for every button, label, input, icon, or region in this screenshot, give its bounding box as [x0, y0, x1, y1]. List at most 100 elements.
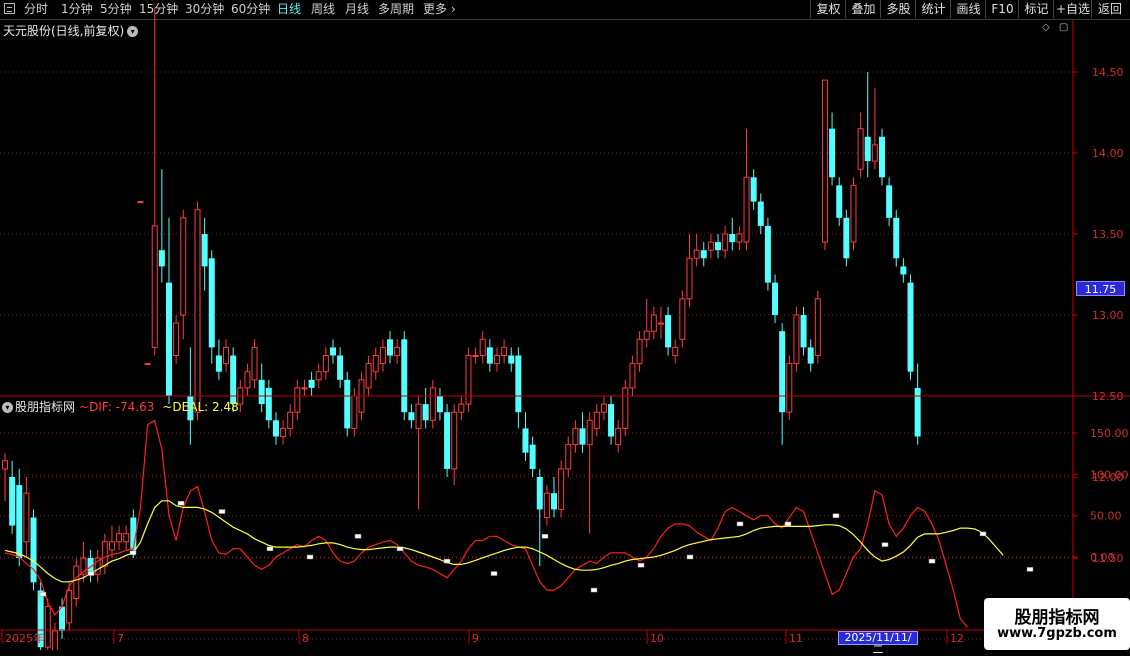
indicator-tick-label: 100.00 [1090, 468, 1129, 481]
candle-body [800, 315, 807, 348]
candle [94, 549, 101, 583]
candle-body [779, 331, 786, 413]
signal-marker [637, 563, 645, 568]
candle-body [515, 355, 522, 413]
watermark-logo: 股朋指标网 www.7gpzb.com [984, 598, 1130, 650]
candle-body [736, 233, 743, 243]
signal-marker [306, 554, 314, 560]
candle [886, 177, 893, 226]
candle [914, 363, 921, 445]
candle [622, 379, 629, 437]
chevron-down-icon[interactable]: ▾ [127, 26, 139, 37]
candle-body [23, 492, 30, 543]
candle [137, 201, 144, 204]
candle [907, 274, 914, 380]
candle [151, 7, 158, 356]
signal-marker [590, 587, 598, 593]
candle-body [244, 371, 251, 389]
price-tick-label: 14.50 [1092, 66, 1124, 79]
candle-body [493, 355, 500, 365]
candle-body [715, 242, 721, 251]
candle [272, 412, 279, 445]
candle-body [301, 387, 308, 390]
signal-marker [736, 521, 744, 527]
indicator-name[interactable]: 股朋指标网 [15, 400, 75, 414]
candle-body [636, 338, 643, 365]
stock-title-text: 天元股份(日线,前复权) [3, 24, 125, 38]
signal-marker [490, 571, 498, 576]
candle [850, 177, 857, 251]
candle [600, 396, 607, 421]
candle [208, 250, 215, 364]
candle-body [458, 403, 465, 413]
candle-body [108, 541, 115, 551]
candle [522, 412, 529, 461]
candle [201, 217, 208, 291]
diamond-icon[interactable]: ◇ [1042, 22, 1050, 33]
candle-body [387, 339, 394, 356]
candle [900, 258, 907, 283]
candle-body [893, 217, 900, 259]
indicator-tick-label: 50.00 [1090, 510, 1122, 523]
candle-body [729, 234, 736, 243]
candle [337, 347, 344, 388]
candle [558, 460, 565, 518]
candle-body [101, 541, 108, 567]
candle-body [608, 404, 615, 437]
candle [87, 549, 94, 583]
candle-body [436, 396, 443, 413]
candle [551, 477, 558, 518]
candle-body [657, 322, 664, 325]
candle [565, 436, 572, 477]
signal-marker [979, 531, 987, 537]
candle-body [629, 363, 636, 389]
candle [722, 225, 729, 259]
candle [686, 234, 693, 307]
candle-body [173, 322, 180, 357]
candle-body [337, 355, 344, 380]
candle-body [444, 412, 451, 469]
candle [215, 339, 222, 380]
candle [807, 339, 814, 372]
candle [173, 315, 180, 364]
candle-body [465, 355, 472, 405]
candle-body [9, 477, 16, 526]
candle-body [551, 493, 558, 510]
candle-body [900, 266, 907, 275]
stock-title: 天元股份(日线,前复权) ▾ [3, 22, 139, 39]
candle-body [536, 477, 543, 510]
candle-body [265, 387, 272, 421]
kline-chart[interactable]: 14.5014.0013.5013.0012.5012.0011.5011.00… [0, 0, 1130, 650]
candle-body [365, 363, 372, 389]
candle [16, 468, 23, 567]
candle-body [215, 355, 222, 372]
chevron-down-icon[interactable]: ▾ [2, 402, 13, 413]
candle [700, 242, 707, 267]
candle-body [579, 428, 586, 445]
candle [372, 347, 379, 380]
candle-body [693, 249, 700, 259]
candle-body [280, 427, 287, 437]
candle [329, 339, 336, 364]
candle [30, 509, 37, 591]
candle [665, 306, 672, 356]
candle [429, 379, 436, 429]
candle-body [786, 363, 793, 413]
signal-marker [443, 558, 451, 564]
signal-marker [928, 558, 936, 564]
candle [415, 396, 422, 510]
candle-body [401, 339, 408, 413]
candle [280, 420, 287, 445]
candle [750, 169, 757, 210]
candle [486, 339, 493, 372]
candle [543, 485, 550, 526]
candle-body [116, 533, 123, 543]
candle [572, 420, 579, 453]
window-icon[interactable]: ▢ [1059, 22, 1068, 33]
date-label: 8 [302, 632, 309, 645]
price-tick-label: 14.00 [1092, 147, 1124, 160]
candle [165, 217, 172, 405]
candle-body [16, 485, 23, 558]
signal-marker [129, 550, 137, 556]
candle [479, 331, 486, 364]
